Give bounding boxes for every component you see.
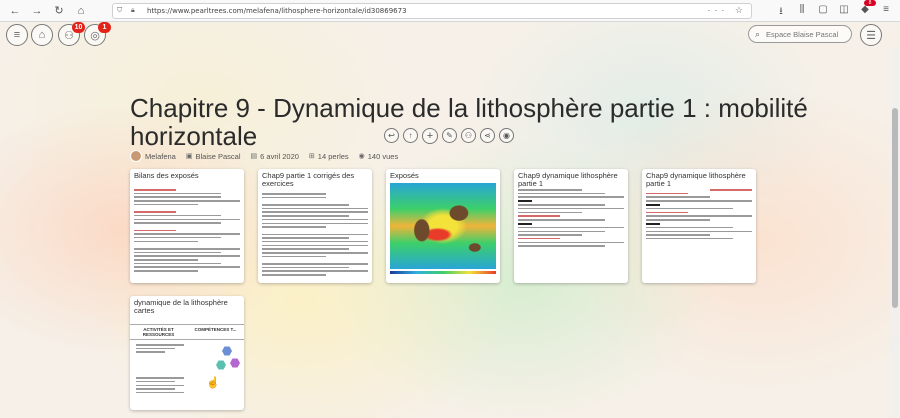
- collection-meta: Melafena ▣ Blaise Pascal ▤ 6 avril 2020 ⊞ 1…: [130, 150, 408, 162]
- add-button[interactable]: +: [422, 128, 438, 144]
- team-icon: ▣: [185, 153, 193, 160]
- share-icon: ⋖: [484, 131, 491, 140]
- card-title: Chap9 partie 1 corrigés des exercices: [262, 171, 355, 188]
- pearls-count: 14 perles: [317, 151, 349, 161]
- extension-badge: 8: [864, 0, 876, 6]
- pick-button[interactable]: ◉: [499, 128, 514, 143]
- pearl-card[interactable]: Exposés: [386, 169, 500, 283]
- edit-button[interactable]: ✎: [442, 128, 457, 143]
- alerts-badge: 1: [98, 22, 111, 33]
- card-thumbnail: [390, 183, 496, 279]
- reader-icon[interactable]: ◫: [838, 4, 850, 21]
- card-title: Bilans des exposés: [134, 171, 199, 180]
- column-header: ACTIVITÉS ET RESSOURCES: [142, 327, 175, 337]
- back-button[interactable]: ↩: [384, 128, 399, 143]
- calendar-icon: ▤: [250, 153, 258, 160]
- qr-code: [646, 222, 660, 225]
- views-count: 140 vues: [367, 151, 399, 161]
- pearl-card[interactable]: Bilans des exposés: [130, 169, 244, 283]
- lock-icon[interactable]: 🔒︎: [131, 7, 141, 15]
- page-actions-icons[interactable]: ··· ☆: [707, 5, 747, 16]
- card-title: dynamique de la lithosphère cartes: [134, 298, 228, 315]
- edit-icon: ✎: [446, 131, 453, 140]
- browser-tools: ⭳ ⫼ ▢ ◫ ◆ 8 ≡: [775, 0, 892, 21]
- card-thumbnail: ACTIVITÉS ET RESSOURCES COMPÉTENCES T...…: [130, 324, 244, 410]
- up-arrow-icon: ↑: [408, 131, 413, 140]
- seafloor-age-map: [390, 183, 496, 269]
- search-input[interactable]: [766, 29, 847, 39]
- menu-button[interactable]: ≡: [6, 24, 28, 46]
- table-header: ACTIVITÉS ET RESSOURCES COMPÉTENCES T...: [130, 324, 244, 340]
- team-name: Blaise Pascal: [195, 151, 241, 161]
- app-header: ≡ ⌂ ⚇ 10 ◎ 1 ⌕ ☰: [0, 22, 900, 48]
- pearl-card[interactable]: dynamique de la lithosphère cartes ACTIV…: [130, 296, 244, 410]
- plus-icon: +: [426, 130, 434, 142]
- options-button[interactable]: ☰: [860, 24, 882, 46]
- download-icon[interactable]: ⭳: [775, 4, 787, 21]
- eye-icon: ◉: [358, 153, 365, 160]
- notifications-badge: 10: [72, 22, 85, 33]
- card-thumbnail: [262, 193, 368, 279]
- forward-arrow-icon[interactable]: →: [30, 4, 44, 18]
- home-icon[interactable]: ⌂: [74, 4, 88, 18]
- avatar[interactable]: [130, 150, 142, 162]
- team-icon: ⚇: [464, 131, 473, 140]
- back-icon: ↩: [388, 131, 395, 140]
- team-link[interactable]: ▣ Blaise Pascal: [186, 152, 241, 161]
- home-icon: ⌂: [38, 29, 46, 41]
- pearl-card[interactable]: Chap9 partie 1 corrigés des exercices: [258, 169, 372, 283]
- card-title: Chap9 dynamique lithosphère partie 1: [518, 171, 618, 188]
- up-button[interactable]: ↑: [403, 128, 418, 143]
- column-header: COMPÉTENCES T...: [194, 327, 237, 332]
- list-icon: ☰: [866, 29, 876, 42]
- search-box[interactable]: ⌕: [748, 25, 852, 43]
- card-thumbnail: [646, 189, 752, 279]
- qr-code: [518, 222, 532, 225]
- library-icon[interactable]: ⫼: [796, 4, 808, 21]
- reload-icon[interactable]: ↻: [52, 4, 66, 18]
- pearl-card[interactable]: Chap9 dynamique lithosphère partie 1: [642, 169, 756, 283]
- qr-code: [518, 200, 532, 203]
- pointer-hand-icon: ☝: [206, 377, 220, 389]
- date-info: ▤ 6 avril 2020: [251, 152, 299, 161]
- home-button[interactable]: ⌂: [31, 24, 53, 46]
- search-icon: ⌕: [755, 28, 761, 39]
- menu-icon[interactable]: ≡: [880, 4, 892, 21]
- team-members-button[interactable]: ⚇: [461, 128, 476, 143]
- collection-actions: ↩ ↑ + ✎ ⚇ ⋖ ◉: [384, 128, 514, 144]
- team-button[interactable]: ⚇ 10: [58, 22, 85, 46]
- views-info: ◉ 140 vues: [359, 152, 399, 161]
- author-link[interactable]: Melafena: [145, 152, 176, 161]
- share-button[interactable]: ⋖: [480, 128, 495, 143]
- date-text: 6 avril 2020: [260, 151, 299, 161]
- grid-icon: ⊞: [308, 153, 315, 160]
- card-thumbnail: [518, 189, 624, 279]
- broadcast-button[interactable]: ◎ 1: [84, 22, 111, 46]
- pearl-card[interactable]: Chap9 dynamique lithosphère partie 1: [514, 169, 628, 283]
- extension-icon[interactable]: ◆ 8: [859, 0, 876, 21]
- map-legend: [390, 271, 496, 274]
- address-bar[interactable]: ⛉ 🔒︎ https://www.pearltrees.com/melafena…: [112, 3, 752, 19]
- target-icon: ◉: [503, 131, 510, 140]
- browser-toolbar: ← → ↻ ⌂ ⛉ 🔒︎ https://www.pearltrees.com/…: [0, 0, 900, 22]
- hamburger-icon: ≡: [13, 29, 21, 41]
- card-title: Chap9 dynamique lithosphère partie 1: [646, 171, 746, 188]
- card-thumbnail: [134, 189, 240, 279]
- pearls-info: ⊞ 14 perles: [309, 152, 349, 161]
- qr-code: [646, 203, 660, 206]
- scrollbar-thumb[interactable]: [892, 108, 898, 308]
- url-text: https://www.pearltrees.com/melafena/lith…: [147, 7, 407, 15]
- back-arrow-icon[interactable]: ←: [8, 4, 22, 18]
- scrollbar[interactable]: [890, 48, 900, 418]
- shield-icon[interactable]: ⛉: [117, 7, 129, 15]
- sidebar-icon[interactable]: ▢: [817, 4, 829, 21]
